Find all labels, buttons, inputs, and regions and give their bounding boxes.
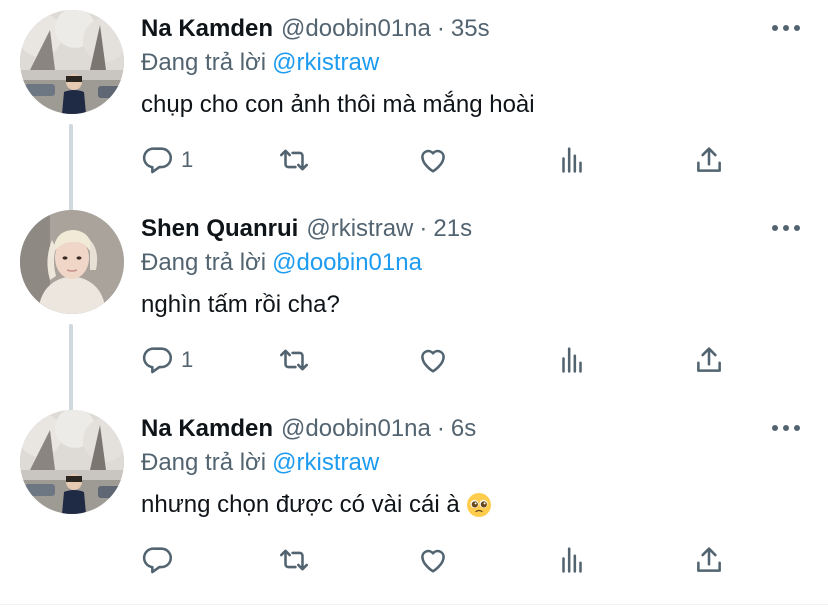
replying-to: Đang trả lời @rkistraw: [141, 48, 379, 78]
share-button[interactable]: [692, 540, 726, 580]
timestamp[interactable]: 6s: [451, 414, 476, 444]
replying-label: Đang trả lời: [141, 249, 267, 276]
mention-link[interactable]: @doobin01na: [272, 249, 422, 276]
share-icon: [692, 143, 726, 177]
tweet-text: nghìn tấm rồi cha?: [141, 290, 340, 320]
author-name[interactable]: Shen Quanrui: [141, 214, 298, 244]
separator: ·: [436, 15, 445, 42]
reply-icon: [141, 343, 175, 377]
share-button[interactable]: [692, 140, 726, 180]
stats-icon: [555, 343, 589, 377]
stats-icon: [555, 543, 589, 577]
tweet-text-content: chụp cho con ảnh thôi mà mắng hoài: [141, 91, 535, 118]
replying-to: Đang trả lời @rkistraw: [141, 448, 379, 478]
separator: ·: [436, 415, 445, 442]
reply-button[interactable]: 1: [141, 340, 193, 380]
avatar[interactable]: [20, 10, 124, 114]
like-button[interactable]: [416, 340, 450, 380]
separator: ·: [419, 215, 428, 242]
like-button[interactable]: [416, 540, 450, 580]
stats-icon: [555, 143, 589, 177]
retweet-button[interactable]: [277, 340, 311, 380]
avatar[interactable]: [20, 210, 124, 314]
author-handle[interactable]: @doobin01na: [281, 414, 431, 444]
retweet-icon: [277, 543, 311, 577]
replying-label: Đang trả lời: [141, 449, 267, 476]
tweet-header: Na Kamden @doobin01na · 35s: [141, 14, 490, 44]
replying-label: Đang trả lời: [141, 49, 267, 76]
tweet-text: chụp cho con ảnh thôi mà mắng hoài: [141, 90, 535, 120]
tweet-thread: Na Kamden @doobin01na · 35s Đang trả lời…: [0, 0, 828, 608]
heart-icon: [416, 143, 450, 177]
heart-icon: [416, 343, 450, 377]
heart-icon: [416, 543, 450, 577]
mention-link[interactable]: @rkistraw: [272, 449, 379, 476]
reply-count: 1: [181, 347, 194, 372]
share-icon: [692, 343, 726, 377]
reply-icon: [141, 543, 175, 577]
tweet[interactable]: Na Kamden @doobin01na · 6s Đang trả lời @…: [0, 400, 828, 600]
like-button[interactable]: [416, 140, 450, 180]
share-icon: [692, 543, 726, 577]
tweet-actions: 1: [141, 340, 741, 380]
tweet-actions: 1: [141, 140, 741, 180]
author-name[interactable]: Na Kamden: [141, 14, 273, 44]
tweet[interactable]: Shen Quanrui @rkistraw · 21s Đang trả lờ…: [0, 200, 828, 400]
more-icon[interactable]: [772, 18, 800, 38]
more-icon[interactable]: [772, 418, 800, 438]
tweet-actions: [141, 540, 741, 580]
stats-button[interactable]: [555, 140, 589, 180]
more-icon[interactable]: [772, 218, 800, 238]
tweet-header: Shen Quanrui @rkistraw · 21s: [141, 214, 472, 244]
reply-button[interactable]: 1: [141, 140, 193, 180]
tweet-text-content: nghìn tấm rồi cha?: [141, 291, 340, 318]
stats-button[interactable]: [555, 540, 589, 580]
timestamp[interactable]: 21s: [433, 214, 472, 244]
reply-icon: [141, 143, 175, 177]
author-name[interactable]: Na Kamden: [141, 414, 273, 444]
author-handle[interactable]: @rkistraw: [306, 214, 413, 244]
share-button[interactable]: [692, 340, 726, 380]
tweet-text: nhưng chọn được có vài cái à: [141, 490, 492, 520]
replying-to: Đang trả lời @doobin01na: [141, 248, 422, 278]
tweet[interactable]: Na Kamden @doobin01na · 35s Đang trả lời…: [0, 0, 828, 200]
reply-button[interactable]: [141, 540, 175, 580]
retweet-icon: [277, 343, 311, 377]
author-handle[interactable]: @doobin01na: [281, 14, 431, 44]
stats-button[interactable]: [555, 340, 589, 380]
retweet-button[interactable]: [277, 540, 311, 580]
avatar[interactable]: [20, 410, 124, 514]
retweet-button[interactable]: [277, 140, 311, 180]
tweet-text-content: nhưng chọn được có vài cái à: [141, 491, 460, 518]
reply-count: 1: [181, 147, 194, 172]
retweet-icon: [277, 143, 311, 177]
tweet-header: Na Kamden @doobin01na · 6s: [141, 414, 476, 444]
divider: [0, 604, 828, 605]
timestamp[interactable]: 35s: [451, 14, 490, 44]
mention-link[interactable]: @rkistraw: [272, 49, 379, 76]
pleading-face-emoji: [466, 492, 492, 518]
